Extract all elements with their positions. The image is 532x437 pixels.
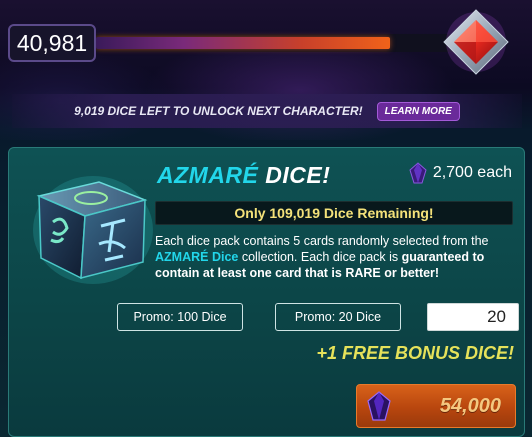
pack-title-rest: DICE! (265, 162, 331, 188)
progress-bar-fill (96, 37, 391, 49)
azmare-dice-icon (33, 176, 153, 284)
unlock-banner: 9,019 DICE LEFT TO UNLOCK NEXT CHARACTER… (12, 94, 522, 128)
pack-description: Each dice pack contains 5 cards randomly… (155, 233, 515, 281)
red-diamond-gem-icon (443, 9, 509, 75)
quantity-input[interactable] (427, 303, 519, 331)
purple-crystal-icon (409, 162, 427, 184)
dice-pack-card: AZMARÉ DICE! 2,700 each Only 109,019 Dic… (8, 147, 525, 437)
bonus-dice-label: +1 FREE BONUS DICE! (316, 343, 514, 363)
desc-collection-name: AZMARÉ Dice (155, 250, 239, 264)
buy-button[interactable]: 54,000 (356, 384, 516, 428)
price-per-pack: 2,700 each (409, 162, 512, 184)
progress-bar (94, 34, 466, 52)
pack-title: AZMARÉ DICE! (157, 162, 330, 189)
remaining-dice-banner: Only 109,019 Dice Remaining! (155, 201, 513, 225)
promo-100-dice-button[interactable]: Promo: 100 Dice (117, 303, 243, 331)
desc-text-2: collection. Each dice pack is (238, 250, 402, 264)
promo-20-dice-button[interactable]: Promo: 20 Dice (275, 303, 401, 331)
total-cost: 54,000 (439, 394, 501, 417)
price-label: 2,700 each (432, 164, 512, 181)
desc-text-1: Each dice pack contains 5 cards randomly… (155, 234, 489, 248)
unlock-message: 9,019 DICE LEFT TO UNLOCK NEXT CHARACTER… (74, 104, 363, 118)
purple-crystal-icon (367, 391, 391, 421)
learn-more-button[interactable]: LEARN MORE (376, 101, 460, 121)
score-counter: 40,981 (8, 24, 96, 62)
pack-title-accent: AZMARÉ (157, 162, 259, 188)
